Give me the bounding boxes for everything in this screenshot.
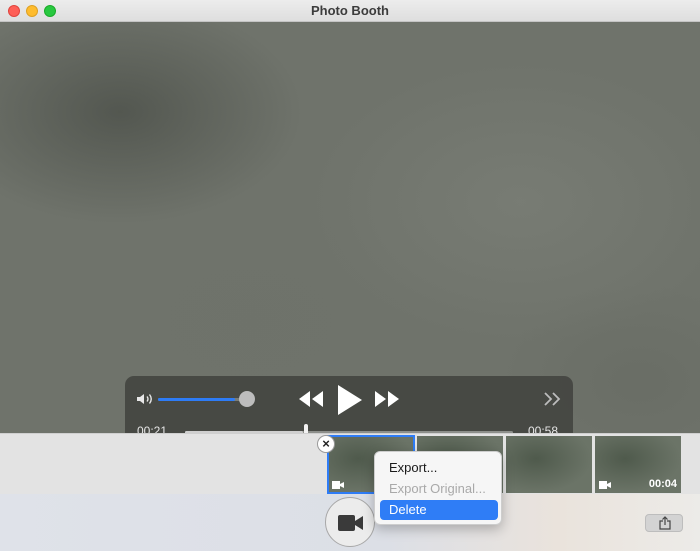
record-button[interactable]: [325, 497, 375, 547]
speaker-icon[interactable]: [136, 392, 154, 406]
total-time: 00:58: [528, 424, 559, 433]
thumbnail-item[interactable]: [506, 436, 592, 493]
volume-knob[interactable]: [239, 391, 255, 407]
rewind-icon[interactable]: [298, 390, 324, 408]
fast-forward-icon[interactable]: [374, 390, 400, 408]
title-bar: Photo Booth: [0, 0, 700, 22]
video-camera-icon: [338, 515, 363, 531]
share-button[interactable]: [645, 514, 683, 532]
video-camera-icon: [599, 481, 611, 489]
elapsed-time: 00:21: [137, 424, 168, 433]
menu-item-delete[interactable]: Delete: [380, 500, 498, 520]
volume-slider[interactable]: [158, 398, 248, 401]
thumbnail-strip: 00:04 ×: [0, 433, 700, 494]
bottom-toolbar: [0, 494, 700, 551]
playback-controls: 00:21 00:58: [125, 376, 573, 433]
window-title: Photo Booth: [311, 3, 389, 18]
thumbnail-duration: 00:04: [648, 478, 677, 490]
menu-item-export-original: Export Original...: [389, 481, 486, 496]
share-icon: [659, 516, 671, 530]
play-icon[interactable]: [335, 384, 363, 416]
context-menu: Export... Export Original... Delete: [374, 451, 502, 525]
menu-item-export[interactable]: Export...: [380, 458, 498, 478]
delete-x-icon[interactable]: ×: [317, 435, 335, 453]
volume-level: [158, 398, 235, 401]
scrubber-playhead[interactable]: [304, 424, 308, 433]
video-camera-icon: [332, 481, 344, 489]
video-preview[interactable]: 00:21 00:58: [0, 22, 700, 433]
skip-chevrons-icon[interactable]: [543, 391, 563, 407]
thumbnail-item[interactable]: 00:04: [595, 436, 681, 493]
